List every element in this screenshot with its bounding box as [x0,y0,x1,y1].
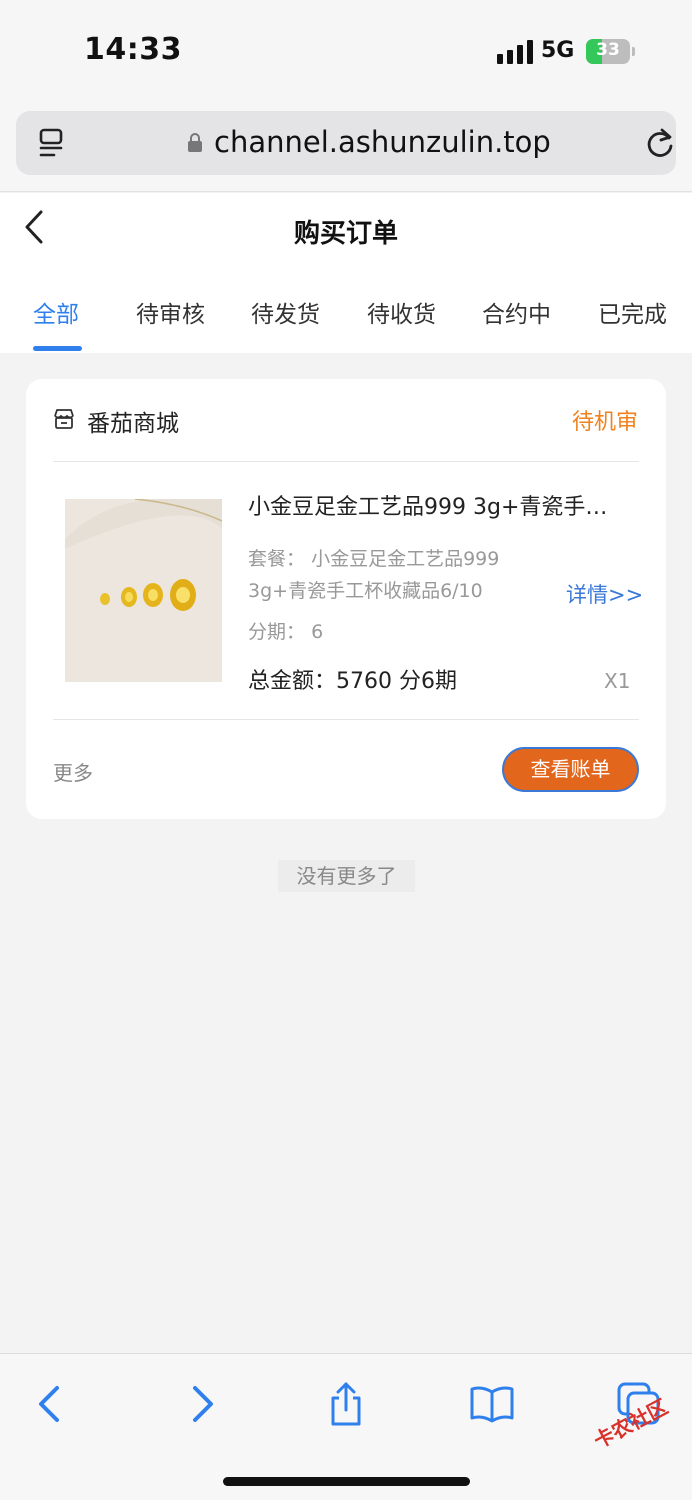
active-tab-indicator [33,346,82,351]
forward-icon[interactable] [177,1382,225,1426]
order-card: 番茄商城 待机审 小金豆足金工艺品999 3g+青瓷手工杯收藏品6/10 套餐：… [26,379,666,819]
installments-value: 6 [311,621,324,643]
package-line2: 3g+青瓷手工杯收藏品6/10 [248,580,483,602]
package-line1: 小金豆足金工艺品999 [311,548,500,570]
installments-info: 分期： 6 [248,617,323,644]
tab-pending-review[interactable]: 待审核 [136,295,205,329]
battery-percent: 33 [596,40,620,60]
tab-completed[interactable]: 已完成 [598,295,667,329]
status-time: 14:33 [84,32,182,67]
order-tabs: 全部 待审核 待发货 待收货 合约中 已完成 [0,293,692,353]
home-indicator [223,1477,470,1486]
package-info: 套餐： 小金豆足金工艺品999 3g+青瓷手工杯收藏品6/10 [248,543,548,607]
network-type: 5G [541,38,575,63]
address-bar[interactable]: channel.ashunzulin.top [16,111,676,175]
lock-icon [188,133,202,152]
tab-pending-receipt[interactable]: 待收货 [367,295,436,329]
no-more-text: 没有更多了 [278,860,415,892]
view-bill-button[interactable]: 查看账单 [502,747,639,792]
battery-icon: 33 [586,39,635,64]
shop-name: 番茄商城 [87,411,179,437]
page-header: 购买订单 全部 待审核 待发货 待收货 合约中 已完成 [0,193,692,353]
page-menu-icon[interactable] [38,127,68,159]
url-text[interactable]: channel.ashunzulin.top [214,125,551,159]
order-total: 总金额：5760 分6期 [248,669,457,694]
order-status: 待机审 [571,410,638,435]
browser-toolbar [0,1353,692,1500]
product-image[interactable] [65,499,222,682]
reload-icon[interactable] [644,126,676,160]
status-bar: 14:33 5G 33 [0,0,692,100]
quantity: X1 [604,669,631,693]
tab-pending-shipment[interactable]: 待发货 [251,295,320,329]
more-link[interactable]: 更多 [53,757,93,786]
installments-label: 分期： [248,621,306,643]
page-title: 购买订单 [293,219,398,249]
cellular-signal-icon [497,40,533,64]
divider [53,461,639,462]
product-title[interactable]: 小金豆足金工艺品999 3g+青瓷手工杯收藏品6/10 [248,489,628,521]
store-icon [54,409,74,429]
browser-address-area: channel.ashunzulin.top [0,100,692,192]
divider [53,719,639,720]
tab-in-contract[interactable]: 合约中 [482,295,551,329]
package-label: 套餐： [248,548,306,570]
back-icon[interactable] [27,1382,75,1426]
tab-all[interactable]: 全部 [33,295,79,329]
bookmarks-icon[interactable] [468,1382,516,1426]
share-icon[interactable] [322,1382,370,1426]
details-link[interactable]: 详情>> [566,579,643,609]
